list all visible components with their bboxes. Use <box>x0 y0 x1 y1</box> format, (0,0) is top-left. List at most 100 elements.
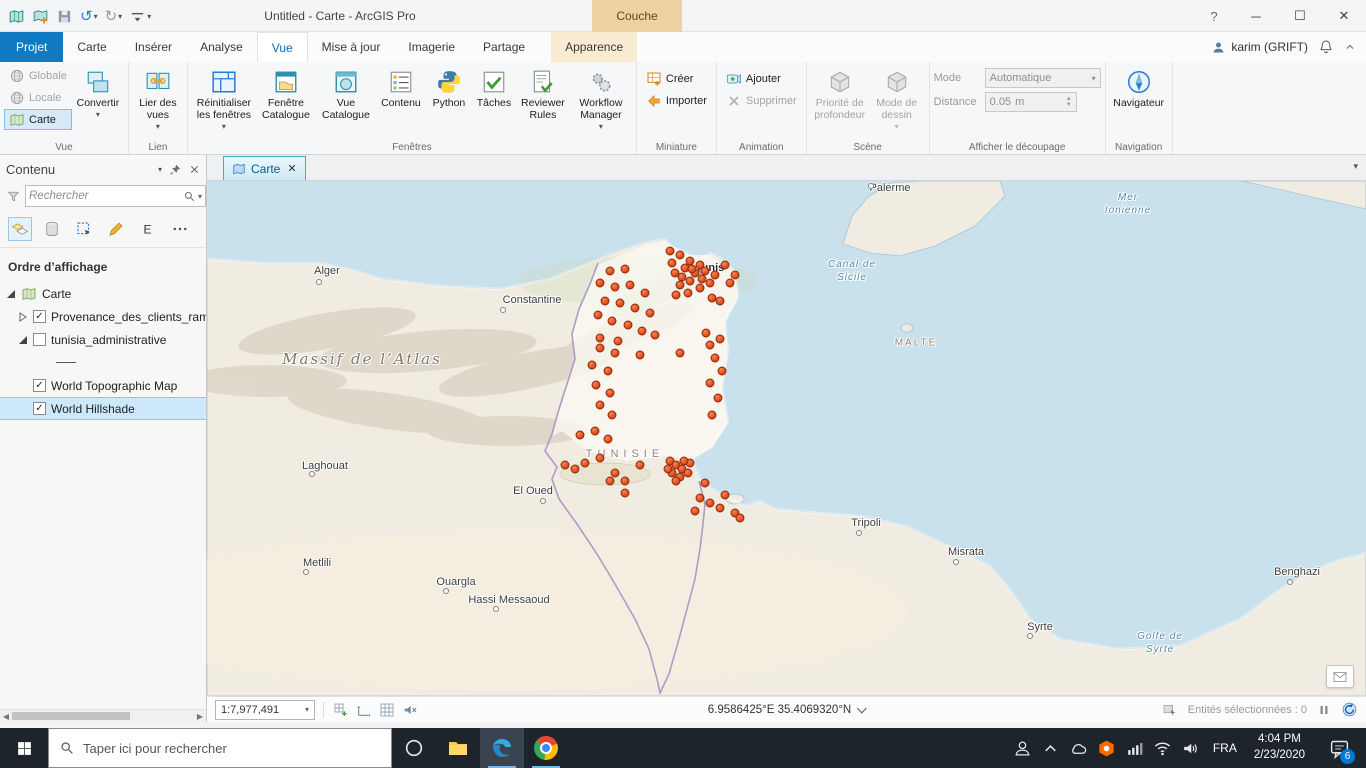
ribbon-button-r-initialiser-les-fen-tres[interactable]: Réinitialiser les fenêtres ▾ <box>192 65 256 139</box>
client-point[interactable] <box>695 493 705 503</box>
save-project-button[interactable] <box>54 4 75 28</box>
client-point[interactable] <box>715 503 725 513</box>
taskbar-search-input[interactable] <box>83 740 381 756</box>
client-point[interactable] <box>605 266 615 276</box>
clock[interactable]: 4:04 PM 2/23/2020 <box>1250 732 1309 763</box>
client-point[interactable] <box>725 278 735 288</box>
client-point[interactable] <box>665 246 675 256</box>
map-canvas[interactable]: Palerme Alger Constantine Tunis Laghouat El O… <box>207 181 1366 696</box>
client-point[interactable] <box>640 288 650 298</box>
toc-edit-tab[interactable] <box>104 217 128 241</box>
toc-selection-tab[interactable] <box>72 217 96 241</box>
scale-combobox[interactable]: 1:7,977,491 ▾ <box>215 699 315 720</box>
client-point[interactable] <box>635 350 645 360</box>
ribbon-tab-ins-rer[interactable]: Insérer <box>121 32 186 62</box>
client-point[interactable] <box>620 476 630 486</box>
client-point[interactable] <box>613 336 623 346</box>
client-point[interactable] <box>603 434 613 444</box>
ribbon-button-supprimer[interactable]: Supprimer <box>721 90 802 111</box>
client-point[interactable] <box>705 278 715 288</box>
ribbon-button-mode-de-dessin[interactable]: Mode de dessin ▾ <box>869 65 925 139</box>
bookmark-grid-icon[interactable] <box>333 702 349 718</box>
client-point[interactable] <box>705 498 715 508</box>
client-point[interactable] <box>595 400 605 410</box>
client-point[interactable] <box>710 270 720 280</box>
ribbon-button-importer[interactable]: Importer <box>641 90 712 111</box>
client-point[interactable] <box>683 468 693 478</box>
client-point[interactable] <box>645 308 655 318</box>
client-point[interactable] <box>697 274 707 284</box>
cortana-button[interactable] <box>392 728 436 768</box>
client-point[interactable] <box>735 513 745 523</box>
tab-carte[interactable]: Carte ✕ <box>223 156 306 180</box>
client-point[interactable] <box>610 348 620 358</box>
client-point[interactable] <box>690 506 700 516</box>
ribbon-button-lier-des-vues[interactable]: Lier des vues ▾ <box>133 65 183 139</box>
chevron-up-icon[interactable] <box>1041 739 1060 758</box>
client-point[interactable] <box>677 272 687 282</box>
client-point[interactable] <box>675 280 685 290</box>
ribbon-button-convertir[interactable]: Convertir ▾ <box>72 65 124 139</box>
client-point[interactable] <box>710 353 720 363</box>
feedback-button[interactable] <box>1326 665 1354 688</box>
line-symbol[interactable] <box>56 362 76 363</box>
ribbon-tab-projet[interactable]: Projet <box>0 32 64 62</box>
client-point[interactable] <box>610 282 620 292</box>
undo-button[interactable]: ↺ ▾ <box>78 4 100 28</box>
filter-funnel-icon[interactable] <box>6 189 21 204</box>
client-point[interactable] <box>705 378 715 388</box>
scroll-left-arrow-icon[interactable]: ◀ <box>0 712 12 721</box>
ribbon-tab-partage[interactable]: Partage <box>469 32 539 62</box>
user-menu[interactable]: karim (GRIFT) <box>1211 40 1308 55</box>
people-icon[interactable] <box>1013 739 1032 758</box>
notifications-bell-icon[interactable] <box>1318 39 1334 55</box>
ribbon-tab-vue[interactable]: Vue <box>256 32 308 62</box>
speaker-icon[interactable] <box>1181 739 1200 758</box>
client-point[interactable] <box>720 260 730 270</box>
client-point[interactable] <box>700 478 710 488</box>
client-point[interactable] <box>623 320 633 330</box>
toc-label-tab[interactable]: E <box>136 217 160 241</box>
client-point[interactable] <box>570 464 580 474</box>
client-point[interactable] <box>607 410 617 420</box>
client-point[interactable] <box>603 366 613 376</box>
add-map-button[interactable] <box>30 4 51 28</box>
expand-icon[interactable] <box>18 311 28 322</box>
client-point[interactable] <box>607 316 617 326</box>
client-point[interactable] <box>590 426 600 436</box>
client-point[interactable] <box>620 488 630 498</box>
coordinates-readout[interactable]: 6.9586425°E 35.4069320°N <box>708 703 867 716</box>
client-point[interactable] <box>715 334 725 344</box>
scroll-right-arrow-icon[interactable]: ▶ <box>194 712 206 721</box>
ribbon-button-priorit-de-profondeur[interactable]: Priorité de profondeur <box>811 65 869 139</box>
client-point[interactable] <box>591 380 601 390</box>
client-point[interactable] <box>650 330 660 340</box>
client-point[interactable] <box>595 343 605 353</box>
mute-icon[interactable] <box>402 702 418 718</box>
client-point[interactable] <box>663 464 673 474</box>
ribbon-button-ajouter[interactable]: Ajouter <box>721 68 802 89</box>
minimize-button[interactable]: ─ <box>1234 0 1278 32</box>
layer-row-carte[interactable]: Carte <box>0 282 206 305</box>
client-point[interactable] <box>700 266 710 276</box>
client-point[interactable] <box>630 303 640 313</box>
client-point[interactable] <box>615 298 625 308</box>
pane-menu-chevron-icon[interactable]: ▾ <box>158 165 162 174</box>
grid-icon[interactable] <box>379 702 395 718</box>
client-point[interactable] <box>575 430 585 440</box>
client-point[interactable] <box>560 460 570 470</box>
tab-list-chevron-icon[interactable]: ▾ <box>1353 161 1358 172</box>
axes-icon[interactable] <box>356 702 372 718</box>
scrollbar-thumb[interactable] <box>12 712 130 720</box>
layer-row-provenance-des-clients-rama[interactable]: ✓ Provenance_des_clients_rama <box>0 305 206 328</box>
client-point[interactable] <box>695 283 705 293</box>
cloud-icon[interactable] <box>1069 739 1088 758</box>
customize-qat-button[interactable]: ▾ <box>127 4 153 28</box>
client-point[interactable] <box>730 270 740 280</box>
collapse-icon[interactable] <box>6 289 16 299</box>
ribbon-tab-analyse[interactable]: Analyse <box>186 32 257 62</box>
layer-checkbox[interactable]: ✓ <box>33 402 46 415</box>
chrome-button[interactable] <box>524 728 568 768</box>
ribbon-button-fen-tre-catalogue[interactable]: Fenêtre Catalogue <box>256 65 316 139</box>
toc-more-tab[interactable] <box>168 217 192 241</box>
